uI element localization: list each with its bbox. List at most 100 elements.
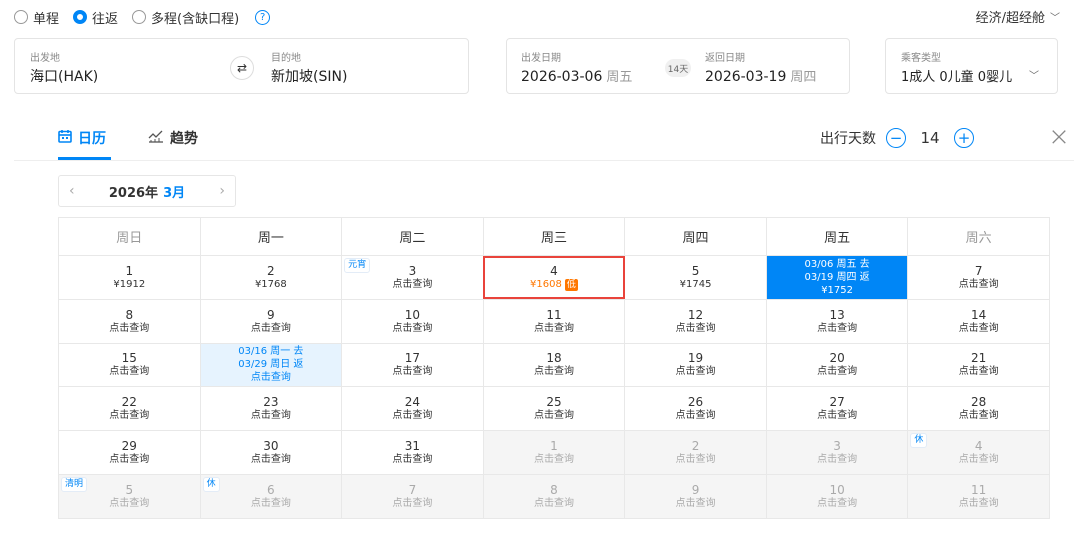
calendar-day-cell[interactable]: 3 点击查询 [765,430,909,475]
weekday-sun: 周日 [58,217,201,256]
calendar-day-cell[interactable]: 休 6 点击查询 [199,473,343,519]
cell-text: 点击查询 [250,497,291,509]
calendar-day-cell[interactable]: 10 点击查询 [341,298,484,344]
calendar-day-cell[interactable]: 5 ¥1745 [624,255,767,300]
radio-roundtrip[interactable] [73,10,88,24]
calendar-day-cell[interactable]: 11 点击查询 [482,298,626,344]
trend-chart-icon [148,129,164,147]
cell-info: 点击查询 [625,322,766,335]
trip-type-roundtrip[interactable]: 往返 [73,8,118,27]
cell-info: 03/29 周日 返 [201,358,342,371]
calendar-day-cell[interactable]: 1 ¥1912 [58,255,201,300]
trip-type-group: 单程 往返 多程(含缺口程) ? [14,7,271,27]
help-icon[interactable]: ? [255,9,271,25]
calendar-day-cell[interactable]: 27 点击查询 [765,386,909,432]
radio-multicity[interactable] [132,10,147,24]
next-month-button[interactable]: › [219,183,225,199]
calendar-day-cell[interactable]: 21 点击查询 [907,342,1050,388]
day-number: 9 [267,307,275,322]
depart-date-field[interactable]: 2026-03-06 周五 [521,66,632,85]
day-number: 17 [404,351,421,366]
trip-type-multicity[interactable]: 多程(含缺口程) [132,8,239,27]
day-number: 13 [829,307,845,322]
tab-calendar[interactable]: 日历 [58,128,106,148]
calendar-day-cell[interactable]: 1 点击查询 [482,430,626,475]
chevron-down-icon: ﹀ [1050,13,1060,24]
passenger-box[interactable]: 乘客类型 1成人 0儿童 0婴儿 ﹀ [885,38,1058,94]
calendar-day-cell[interactable]: 17 点击查询 [341,342,484,388]
cell-info: 点击查询 [342,365,483,378]
calendar-day-cell[interactable]: 8 点击查询 [482,473,626,519]
origin-field[interactable]: 海口(HAK) [30,66,98,86]
day-number: 4 [550,263,558,278]
cell-info: 点击查询 [908,453,1049,466]
calendar-day-cell[interactable]: 4 ¥1608 低 [482,255,626,300]
cell-text: 点击查询 [392,366,433,378]
calendar-day-cell[interactable]: 12 点击查询 [624,298,767,344]
cell-text: 点击查询 [392,278,433,290]
calendar-day-cell[interactable]: 24 点击查询 [341,386,484,432]
prev-month-button[interactable]: ‹ [69,183,75,199]
calendar-day-cell[interactable]: 7 点击查询 [341,473,484,519]
current-month-label[interactable]: 3月 [163,186,185,201]
return-date-field[interactable]: 2026-03-19 周四 [705,66,816,85]
cabin-class-select[interactable]: 经济/超经舱 ﹀ [976,7,1060,26]
cell-info: 点击查询 [201,497,342,510]
fare-price: ¥1608 低 [484,278,625,291]
cell-text: 点击查询 [109,497,150,509]
calendar-day-cell[interactable]: 清明 5 点击查询 [58,473,201,519]
calendar-day-cell[interactable]: 15 点击查询 [58,342,201,388]
calendar-day-cell[interactable]: 2 点击查询 [624,430,767,475]
calendar-week-row: 22 点击查询 23 点击查询 24 点击查询 25 点击查询 26 点击查询 27 点击查询 28 点击… [58,386,1050,432]
cabin-class-label: 经济/超经舱 [975,11,1045,26]
calendar-day-cell[interactable]: 31 点击查询 [341,430,484,475]
day-number: 11 [546,307,562,322]
calendar-day-cell[interactable]: 26 点击查询 [624,386,767,432]
calendar-day-cell[interactable]: 25 点击查询 [482,386,626,432]
calendar-day-cell[interactable]: 10 点击查询 [765,473,909,519]
cell-info: 点击查询 [342,497,483,510]
cell-text: 点击查询 [817,454,858,466]
cell-text: 点击查询 [675,410,716,422]
calendar-day-cell[interactable]: 22 点击查询 [58,386,201,432]
calendar-day-cell[interactable]: 30 点击查询 [199,430,343,475]
tab-trend-label: 趋势 [170,131,198,147]
calendar-day-cell[interactable]: 18 点击查询 [482,342,626,388]
calendar-day-cell[interactable]: 19 点击查询 [624,342,767,388]
swap-icon[interactable]: ⇄ [230,56,254,80]
calendar-day-cell[interactable]: 休 4 点击查询 [907,430,1050,475]
close-icon[interactable]: × [1044,122,1074,152]
calendar-day-cell[interactable]: 28 点击查询 [907,386,1050,432]
tab-trend[interactable]: 趋势 [148,128,198,148]
cell-text: ¥1752 [821,284,853,296]
month-navigator: ‹ 2026年 3月 › [58,175,236,207]
trip-type-oneway[interactable]: 单程 [14,8,59,27]
radio-oneway[interactable] [14,10,28,24]
weekday-mon: 周一 [199,217,343,256]
calendar-day-cell[interactable]: 9 点击查询 [199,298,343,344]
passenger-type-label: 乘客类型 [901,53,941,64]
calendar-day-cell[interactable]: 7 点击查询 [907,255,1050,300]
day-number: 19 [687,351,704,366]
calendar-day-cell[interactable]: 23 点击查询 [199,386,343,432]
calendar-day-cell[interactable]: 13 点击查询 [765,298,909,344]
calendar-day-cell[interactable]: 8 点击查询 [58,298,201,344]
decrease-duration-button[interactable]: − [886,128,906,148]
calendar-day-cell[interactable]: 9 点击查询 [624,473,767,519]
calendar-day-cell[interactable]: 11 点击查询 [907,473,1050,519]
destination-field[interactable]: 新加坡(SIN) [271,66,347,86]
cell-info: 点击查询 [59,453,200,466]
calendar-day-cell[interactable]: 元宵 3 点击查询 [341,255,484,300]
calendar-day-cell[interactable]: 29 点击查询 [58,430,201,475]
calendar-day-cell[interactable]: 2 ¥1768 [199,255,343,300]
calendar-day-cell[interactable]: 14 点击查询 [907,298,1050,344]
cell-info: 点击查询 [767,453,908,466]
calendar-day-cell[interactable]: 03/06 周五 去 03/19 周四 返 ¥1752 [765,255,909,300]
weekday-sat: 周六 [907,217,1050,256]
trip-type-roundtrip-label: 往返 [92,11,119,27]
increase-duration-button[interactable]: + [954,128,974,148]
calendar-day-cell[interactable]: 03/16 周一 去 03/29 周日 返点击查询 [199,342,343,388]
cell-text: 点击查询 [109,410,150,422]
cell-text: 点击查询 [250,322,291,334]
calendar-day-cell[interactable]: 20 点击查询 [765,342,909,388]
